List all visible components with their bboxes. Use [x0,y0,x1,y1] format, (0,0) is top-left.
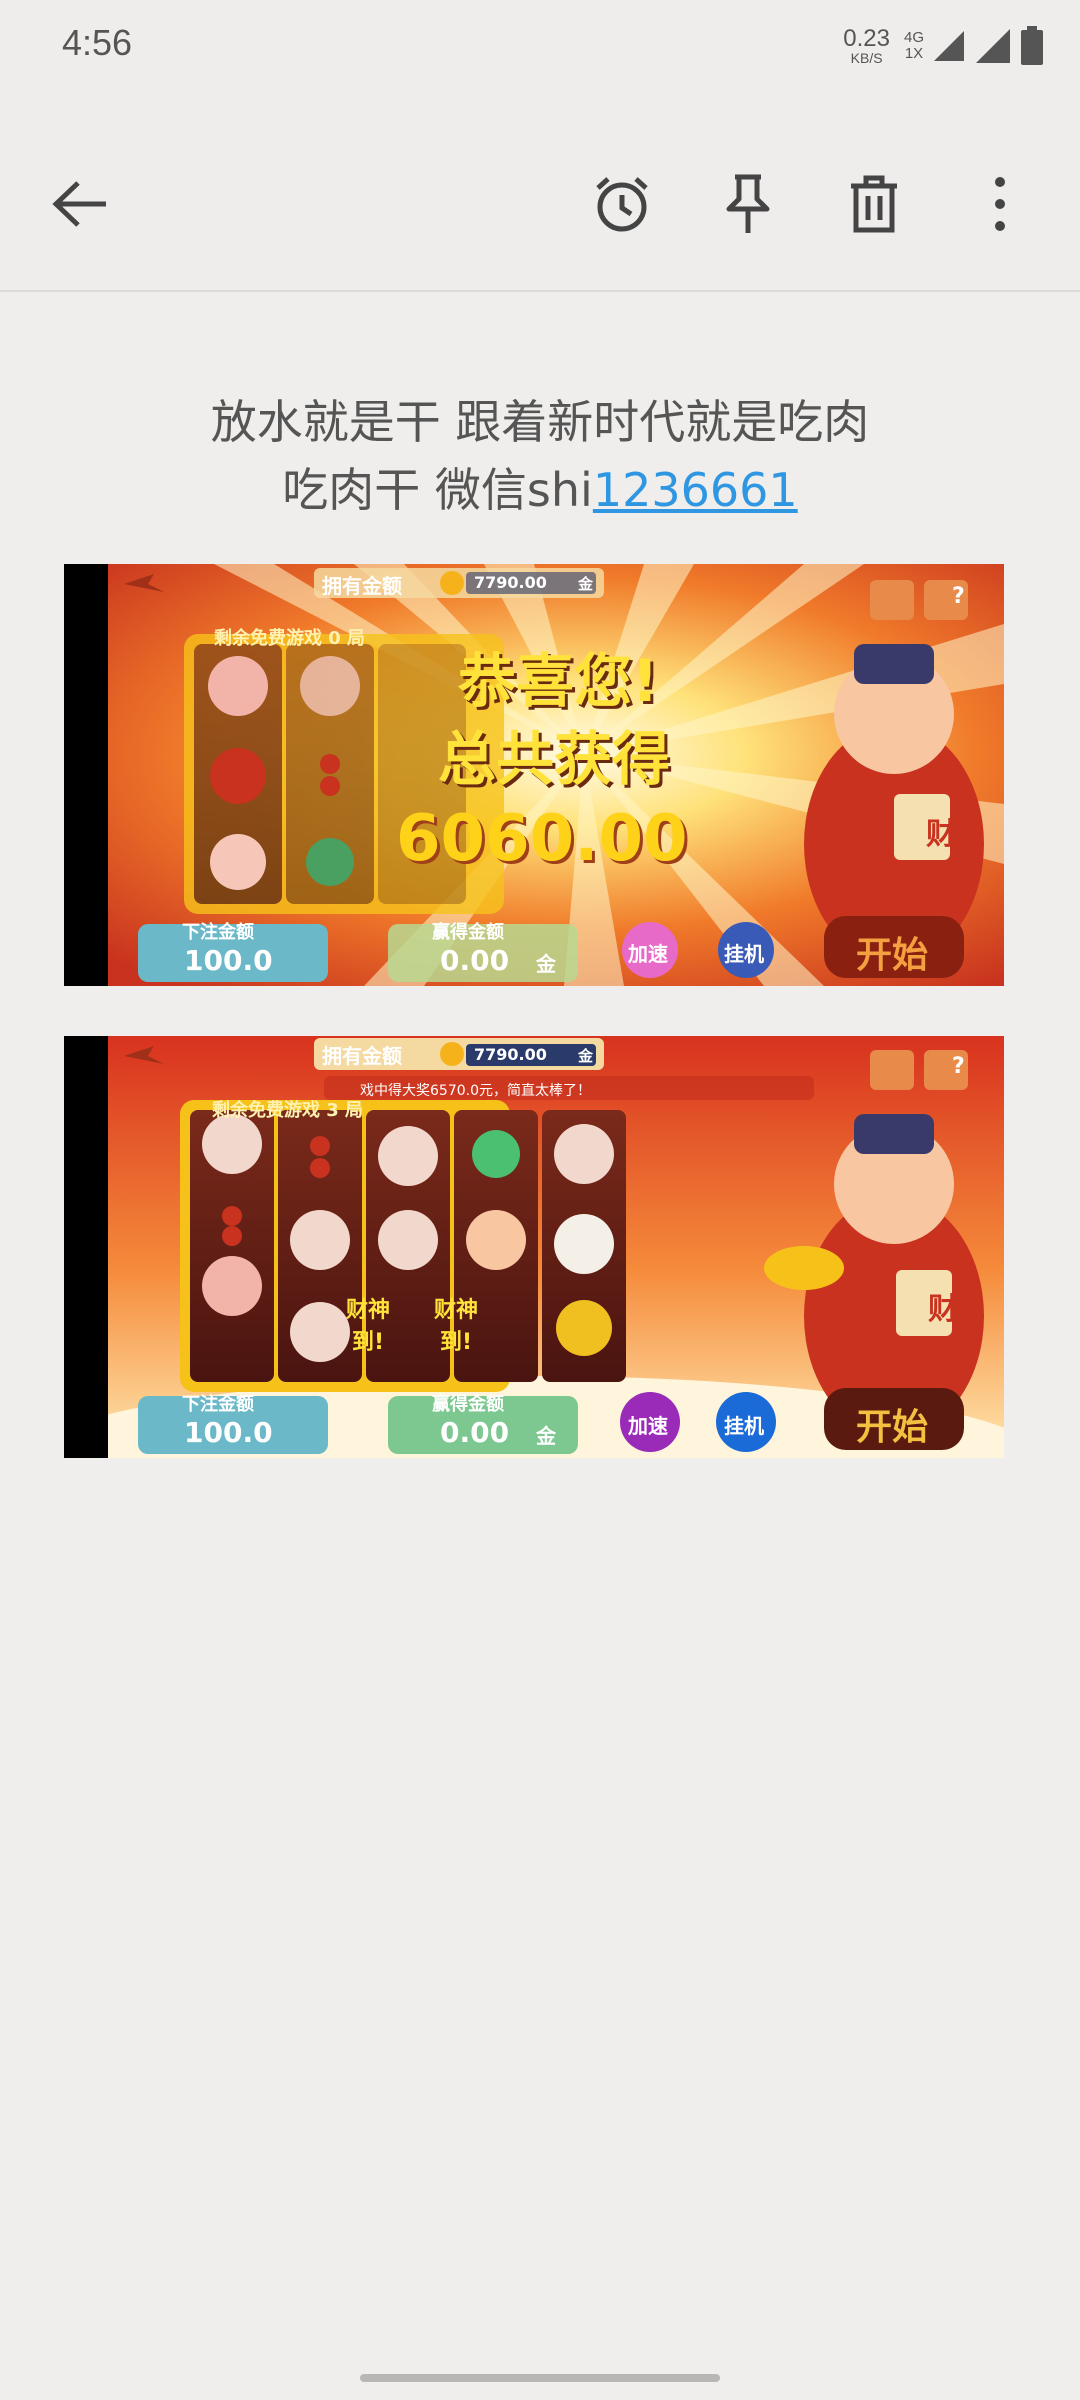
start-button[interactable]: 开始 [856,926,928,978]
bet-label: 下注金额 [182,922,254,943]
delete-button[interactable] [826,156,922,252]
network-speed: 0.23 KB/S [843,25,890,66]
start-button[interactable]: 开始 [856,1398,928,1450]
currency-label: 金 [578,1047,594,1065]
free-games-label: 剩余免费游戏 0 局 [214,628,366,649]
bet-label: 下注金额 [182,1394,254,1415]
network-type: 4G 1X [904,30,924,62]
note-line-2: 吃肉干 微信shi1236661 [64,456,1016,524]
prize-amount: 6060.00 [396,802,688,876]
more-vert-icon [995,177,1005,231]
help-icon[interactable]: ? [952,1054,965,1079]
network-speed-value: 0.23 [843,25,890,52]
back-arrow-icon [52,181,106,227]
win-currency: 金 [536,1424,556,1448]
jackpot-ticker: 戏中得大奖6570.0元，简直太棒了！ [360,1083,591,1099]
status-icons: 0.23 KB/S 4G 1X [843,22,1044,70]
win-label: 赢得金额 [432,922,504,943]
status-bar: 4:56 0.23 KB/S 4G 1X [0,0,1080,96]
game-screenshot-1[interactable]: 拥有金额 7790.00 金 剩余免费游戏 0 局 恭喜您! 总共获得 6060… [64,564,1004,986]
win-currency: 金 [536,952,556,976]
network-speed-unit: KB/S [850,50,883,66]
currency-label: 金 [578,575,594,593]
pin-icon [726,174,770,233]
alarm-icon [596,177,648,232]
balance-value: 7790.00 [474,573,547,592]
win-value: 0.00 [440,944,510,977]
win-banner-line-2: 总共获得 [438,725,671,793]
help-icon[interactable]: ? [952,584,965,609]
balance-label: 拥有金额 [322,574,402,598]
more-options-button[interactable] [952,156,1048,252]
wechat-link[interactable]: 1236661 [593,463,798,517]
balance-value: 7790.00 [474,1045,547,1064]
bet-value: 100.0 [184,944,273,977]
network-type-top: 4G [903,29,924,47]
mascot-sign: 财 [926,817,956,852]
reel-text-2: 财神到! [433,1298,478,1355]
signal-icon [976,29,1010,63]
note-line-1: 放水就是干 跟着新时代就是吃肉 [210,395,870,449]
trash-icon [851,175,897,233]
reminder-button[interactable] [574,156,670,252]
home-indicator[interactable] [360,2374,720,2382]
app-bar [0,96,1080,292]
battery-icon [1021,26,1043,65]
note-body[interactable]: 放水就是干 跟着新时代就是吃肉 吃肉干 微信shi1236661 [64,388,1016,524]
pin-button[interactable] [700,156,796,252]
reel-text-1: 财神到! [345,1298,390,1355]
network-type-bottom: 1X [904,45,924,62]
auto-play-button[interactable]: 挂机 [724,1410,764,1439]
bet-value: 100.0 [184,1416,273,1449]
free-games-label: 剩余免费游戏 3 局 [212,1100,364,1121]
auto-play-button[interactable]: 挂机 [724,938,764,967]
mascot-sign: 财 [928,1292,958,1327]
signal-icon [934,31,964,61]
back-button[interactable] [32,156,128,252]
balance-label: 拥有金额 [322,1044,402,1068]
speed-button[interactable]: 加速 [628,938,668,967]
win-value: 0.00 [440,1416,510,1449]
speed-button[interactable]: 加速 [628,1410,668,1439]
note-line-2-text: 吃肉干 微信shi [282,463,593,518]
win-banner-line-1: 恭喜您! [458,647,659,715]
win-label: 赢得金额 [432,1394,504,1415]
game-screenshot-2[interactable]: 拥有金额 7790.00 金 戏中得大奖6570.0元，简直太棒了！ 剩余免费游… [64,1036,1004,1458]
status-time: 4:56 [62,22,133,63]
